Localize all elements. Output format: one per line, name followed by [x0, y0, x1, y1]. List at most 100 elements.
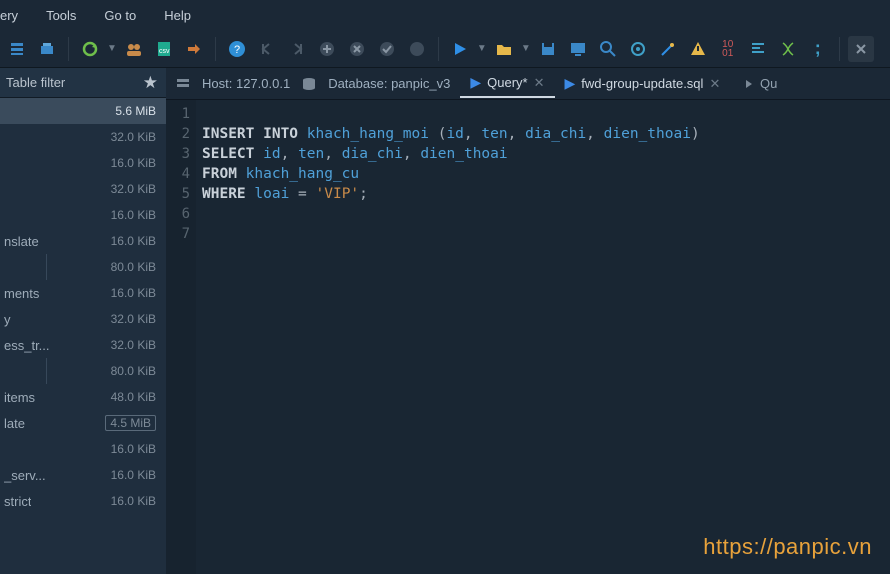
warning-icon[interactable]	[685, 36, 711, 62]
wand-icon[interactable]	[655, 36, 681, 62]
table-name: _serv...	[4, 468, 46, 483]
cancel-icon[interactable]	[344, 36, 370, 62]
csv-icon[interactable]: csv	[151, 36, 177, 62]
table-row[interactable]: 5.6 MiB	[0, 98, 166, 124]
host-label[interactable]: Host: 127.0.0.1	[198, 76, 294, 91]
gear-icon[interactable]	[625, 36, 651, 62]
table-row[interactable]: nslate 16.0 KiB	[0, 228, 166, 254]
table-name: ess_tr...	[4, 338, 50, 353]
table-size: 80.0 KiB	[111, 260, 156, 274]
table-size: 16.0 KiB	[111, 156, 156, 170]
run-tab-icon: ▶	[565, 75, 576, 92]
run-icon[interactable]	[447, 36, 473, 62]
table-row[interactable]: 80.0 KiB	[0, 254, 166, 280]
table-row[interactable]: ments 16.0 KiB	[0, 280, 166, 306]
table-size: 80.0 KiB	[111, 364, 156, 378]
table-size: 16.0 KiB	[111, 494, 156, 508]
stop-icon[interactable]	[404, 36, 430, 62]
table-row[interactable]: 16.0 KiB	[0, 436, 166, 462]
table-size: 5.6 MiB	[115, 104, 156, 118]
menu-tools[interactable]: Tools	[32, 2, 90, 29]
folder-caret-icon[interactable]: ▼	[521, 43, 531, 54]
watermark: https://panpic.vn	[703, 534, 872, 560]
table-row[interactable]: ess_tr... 32.0 KiB	[0, 332, 166, 358]
favorite-star-icon[interactable]: ★	[143, 73, 158, 93]
table-row[interactable]: _serv... 16.0 KiB	[0, 462, 166, 488]
table-row[interactable]: items 48.0 KiB	[0, 384, 166, 410]
menu-bar: eryToolsGo toHelp	[0, 0, 890, 30]
apply-icon[interactable]	[374, 36, 400, 62]
table-size: 4.5 MiB	[105, 415, 156, 431]
tab-overflow[interactable]: Qu	[736, 76, 777, 92]
table-size: 32.0 KiB	[111, 312, 156, 326]
menu-help[interactable]: Help	[150, 2, 205, 29]
sync-icon[interactable]	[181, 36, 207, 62]
table-row[interactable]: 32.0 KiB	[0, 124, 166, 150]
table-filter-label[interactable]: Table filter	[6, 75, 65, 90]
table-row[interactable]: 32.0 KiB	[0, 176, 166, 202]
save-icon[interactable]	[535, 36, 561, 62]
db-connect-icon[interactable]	[4, 36, 30, 62]
table-name: items	[4, 390, 35, 405]
tab-query-[interactable]: ▶ Query* ✕	[460, 70, 554, 98]
svg-text:csv: csv	[159, 48, 170, 55]
editor-area: Host: 127.0.0.1 Database: panpic_v3 ▶ Que…	[166, 68, 890, 574]
table-size: 32.0 KiB	[111, 338, 156, 352]
table-size: 16.0 KiB	[111, 468, 156, 482]
table-row[interactable]: y 32.0 KiB	[0, 306, 166, 332]
print-icon[interactable]	[34, 36, 60, 62]
table-list[interactable]: 5.6 MiB32.0 KiB16.0 KiB32.0 KiB16.0 KiBn…	[0, 98, 166, 574]
table-name: ments	[4, 286, 39, 301]
monitor-icon[interactable]	[565, 36, 591, 62]
sql-editor[interactable]: INSERT INTO khach_hang_moi (id, ten, dia…	[196, 100, 890, 574]
table-name: strict	[4, 494, 31, 509]
semicolon-icon[interactable]: ;	[805, 36, 831, 62]
run-tab-icon: ▶	[470, 74, 481, 91]
table-name: y	[4, 312, 11, 327]
database-icon[interactable]	[300, 76, 318, 92]
database-label[interactable]: Database: panpic_v3	[324, 76, 454, 91]
prev-icon[interactable]	[254, 36, 280, 62]
tab-label: Query*	[487, 75, 527, 90]
close-tab-icon[interactable]: ✕	[709, 76, 720, 92]
tab-bar: Host: 127.0.0.1 Database: panpic_v3 ▶ Que…	[166, 68, 890, 100]
tab-fwd-group-update-sql[interactable]: ▶ fwd-group-update.sql ✕	[555, 70, 731, 98]
host-icon[interactable]	[174, 76, 192, 92]
folder-icon[interactable]	[491, 36, 517, 62]
indent-icon[interactable]	[745, 36, 771, 62]
next-icon[interactable]	[284, 36, 310, 62]
svg-text:?: ?	[234, 44, 240, 56]
dropdown-caret-icon[interactable]: ▼	[107, 43, 117, 54]
run-caret-icon[interactable]: ▼	[477, 43, 487, 54]
table-row[interactable]: strict 16.0 KiB	[0, 488, 166, 514]
add-icon[interactable]	[314, 36, 340, 62]
help-icon[interactable]: ?	[224, 36, 250, 62]
table-size: 16.0 KiB	[111, 234, 156, 248]
table-size: 32.0 KiB	[111, 130, 156, 144]
menu-goto[interactable]: Go to	[90, 2, 150, 29]
dna-icon[interactable]	[775, 36, 801, 62]
table-size: 48.0 KiB	[111, 390, 156, 404]
table-size: 16.0 KiB	[111, 286, 156, 300]
search-icon[interactable]	[595, 36, 621, 62]
tab-label: fwd-group-update.sql	[581, 76, 703, 91]
refresh-icon[interactable]	[77, 36, 103, 62]
menu-ery[interactable]: ery	[0, 2, 32, 29]
binary-icon[interactable]: 1001	[715, 36, 741, 62]
table-size: 16.0 KiB	[111, 442, 156, 456]
table-row[interactable]: 16.0 KiB	[0, 150, 166, 176]
sidebar-header: Table filter ★	[0, 68, 166, 98]
sidebar: Table filter ★ 5.6 MiB 32.0 KiB 16.0 KiB 32…	[0, 68, 166, 574]
toolbar: ▼ csv ? ▼ ▼ 1001 ;	[0, 30, 890, 68]
table-size: 16.0 KiB	[111, 208, 156, 222]
close-tab-icon[interactable]: ✕	[534, 75, 545, 91]
table-row[interactable]: late 4.5 MiB	[0, 410, 166, 436]
table-name: nslate	[4, 234, 39, 249]
table-row[interactable]: 80.0 KiB	[0, 358, 166, 384]
table-name: late	[4, 416, 25, 431]
close-icon[interactable]	[848, 36, 874, 62]
line-gutter: 1234567	[166, 100, 196, 574]
table-row[interactable]: 16.0 KiB	[0, 202, 166, 228]
users-icon[interactable]	[121, 36, 147, 62]
table-size: 32.0 KiB	[111, 182, 156, 196]
